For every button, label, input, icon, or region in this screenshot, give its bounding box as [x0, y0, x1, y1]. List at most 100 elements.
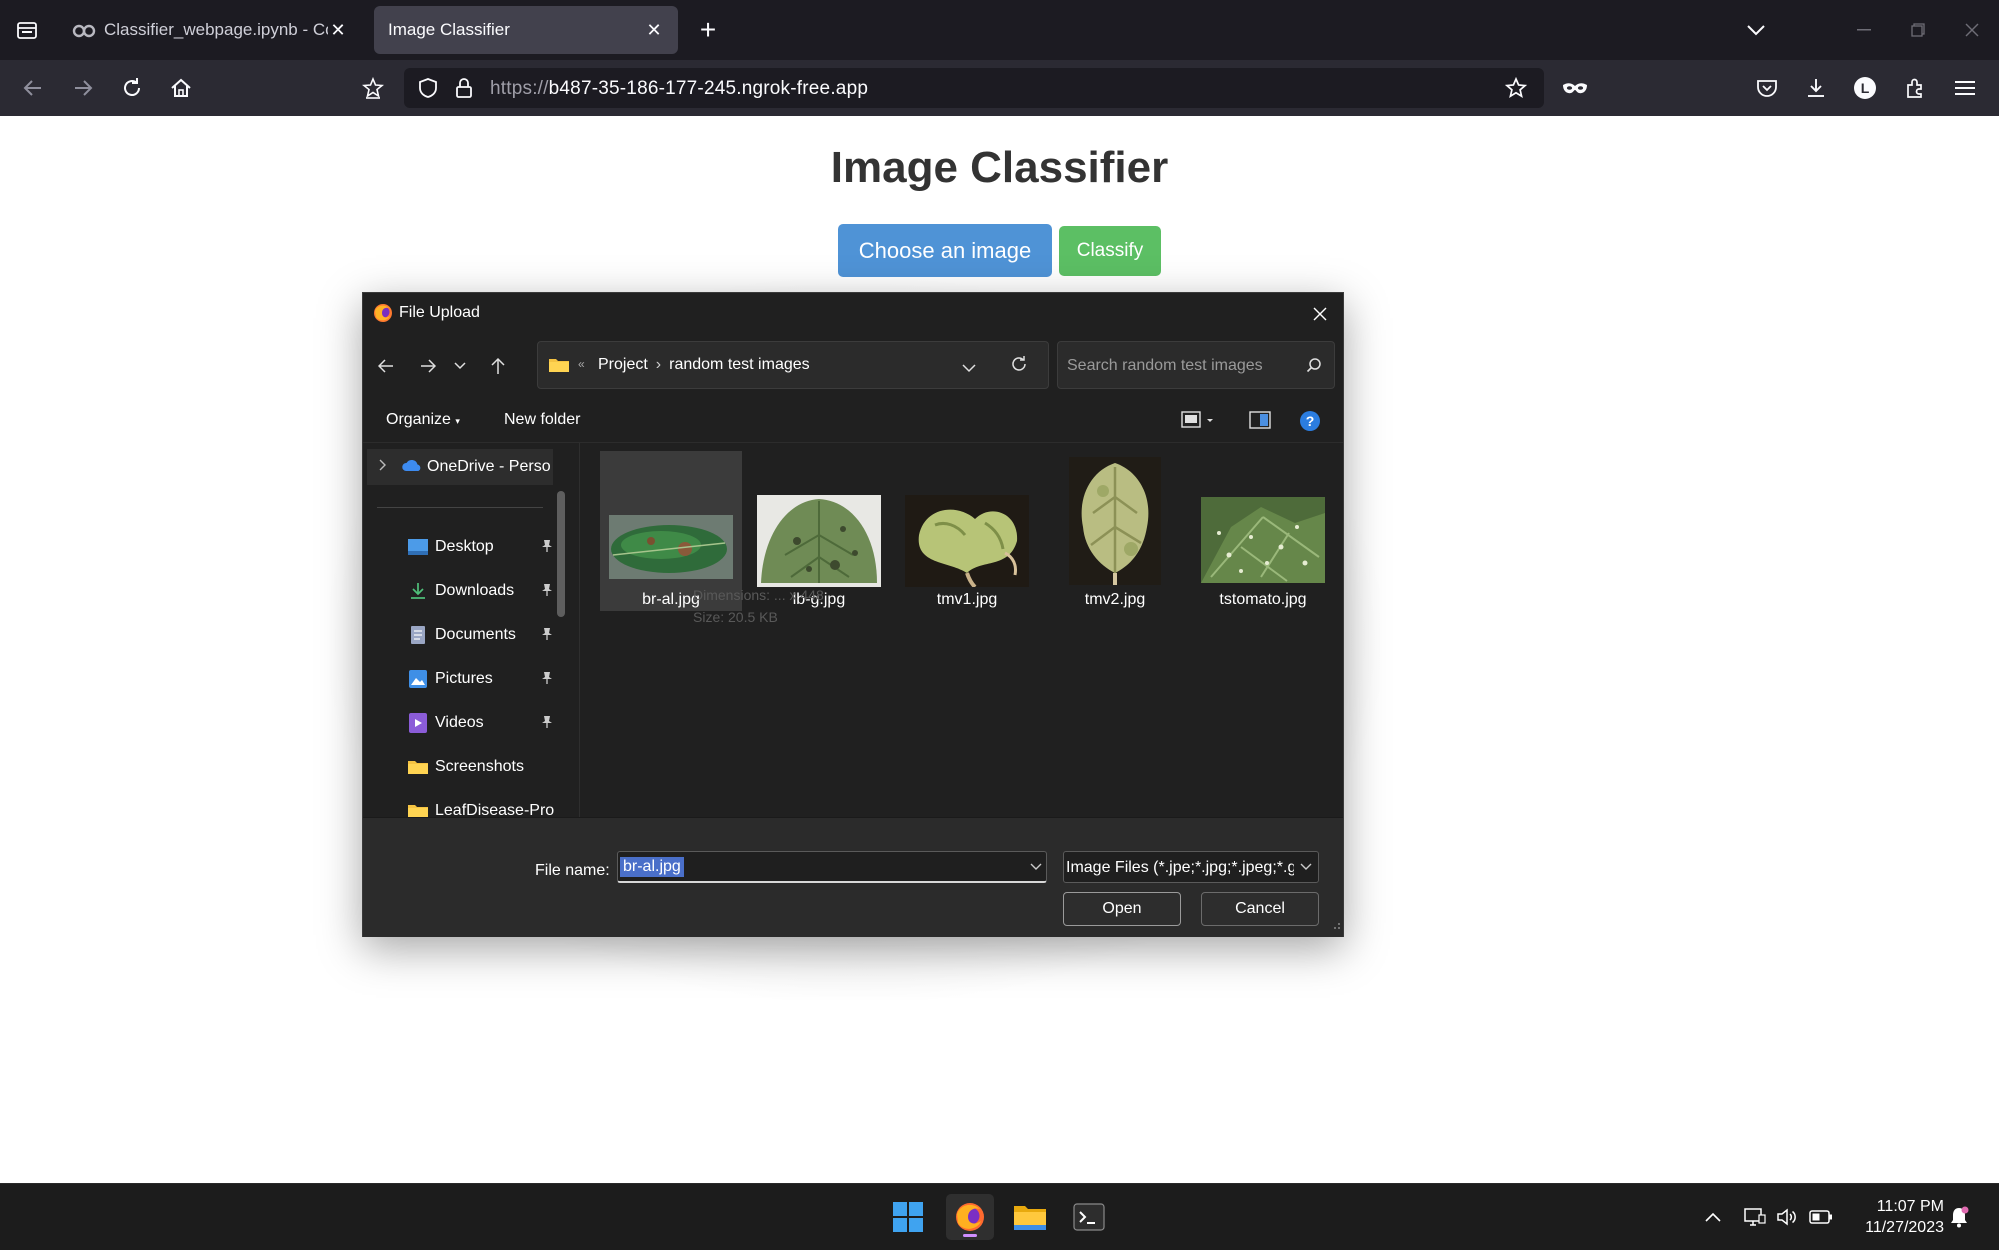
system-clock[interactable]: 11:07 PM 11/27/2023 [1852, 1196, 1944, 1238]
tooltip-line: Size: 20.5 KB [693, 609, 778, 625]
home-icon[interactable] [164, 72, 198, 104]
volume-icon[interactable] [1774, 1204, 1800, 1230]
search-input[interactable]: Search random test images [1057, 341, 1335, 389]
refresh-icon[interactable] [1010, 355, 1028, 378]
view-options-icon[interactable] [1181, 411, 1217, 434]
filetype-value: Image Files (*.jpe;*.jpg;*.jpeg;*.gif;*.… [1066, 859, 1294, 876]
file-item-tstomato[interactable]: tstomato.jpg [1192, 451, 1334, 611]
downloads-icon[interactable] [1799, 72, 1833, 104]
minimize-icon[interactable] [1844, 14, 1884, 46]
close-icon[interactable]: ✕ [328, 20, 348, 41]
sidebar-item-label: Videos [435, 714, 484, 731]
file-thumbnail [1201, 497, 1325, 583]
breadcrumb-random-test-images[interactable]: random test images [669, 356, 810, 373]
list-all-tabs-icon[interactable] [1736, 14, 1776, 46]
taskbar-firefox[interactable] [946, 1194, 994, 1240]
file-name: tmv2.jpg [1084, 591, 1146, 608]
taskbar-terminal[interactable] [1065, 1194, 1113, 1240]
tab-image-classifier[interactable]: Image Classifier ✕ [374, 6, 678, 54]
navigation-pane: OneDrive - Perso Desktop Downloads Docum… [363, 443, 578, 817]
close-icon[interactable]: ✕ [644, 20, 664, 41]
window-close-icon[interactable] [1952, 14, 1992, 46]
import-bookmarks-icon[interactable] [356, 72, 390, 104]
organize-menu[interactable]: Organize ▾ [386, 411, 460, 429]
search-icon[interactable] [1306, 357, 1322, 378]
help-icon[interactable]: ? [1299, 410, 1321, 437]
sidebar-item-pictures[interactable]: Pictures [407, 669, 493, 689]
folder-icon [407, 801, 429, 817]
file-item-tmv1[interactable]: tmv1.jpg [896, 451, 1038, 611]
filetype-select[interactable]: Image Files (*.jpe;*.jpg;*.jpeg;*.gif;*.… [1063, 851, 1319, 883]
onedrive-icon [401, 458, 423, 477]
chevron-down-icon[interactable] [1300, 858, 1312, 876]
extensions-icon[interactable] [1898, 72, 1932, 104]
firefox-view-icon[interactable] [10, 14, 44, 46]
desktop-icon [407, 537, 429, 557]
new-tab-icon[interactable]: + [692, 15, 724, 47]
classify-button[interactable]: Classify [1059, 226, 1161, 276]
breadcrumb[interactable]: « Project › random test images [537, 341, 1049, 389]
folder-icon [407, 757, 429, 777]
open-button[interactable]: Open [1063, 892, 1181, 926]
organize-label: Organize [386, 411, 451, 428]
network-icon[interactable] [1742, 1204, 1768, 1230]
start-button[interactable] [884, 1194, 932, 1240]
pictures-icon [407, 669, 429, 689]
address-bar[interactable]: https://b487-35-186-177-245.ngrok-free.a… [404, 68, 1544, 108]
cancel-button[interactable]: Cancel [1201, 892, 1319, 926]
pin-icon [541, 671, 553, 690]
chevron-right-icon[interactable] [379, 458, 387, 476]
resize-grip-icon[interactable] [1331, 917, 1341, 935]
filename-input[interactable]: br-al.jpg [617, 851, 1047, 883]
chevron-right-icon: › [655, 356, 662, 373]
terminal-icon [1073, 1203, 1105, 1231]
filename-value: br-al.jpg [620, 857, 684, 877]
taskbar-file-explorer[interactable] [1006, 1194, 1054, 1240]
recent-locations-icon[interactable] [445, 351, 475, 381]
pocket-icon[interactable] [1750, 72, 1784, 104]
close-icon[interactable] [1307, 301, 1333, 327]
forward-icon[interactable] [66, 72, 100, 104]
new-folder-button[interactable]: New folder [504, 411, 580, 429]
tab-colab[interactable]: Classifier_webpage.ipynb - Cola ✕ [58, 6, 362, 54]
dialog-title: File Upload [399, 304, 480, 321]
chevron-down-icon[interactable] [1030, 858, 1042, 876]
bookmark-star-icon[interactable] [1502, 74, 1530, 102]
back-icon[interactable] [371, 351, 401, 381]
sidebar-item-videos[interactable]: Videos [407, 713, 484, 733]
sidebar-item-downloads[interactable]: Downloads [407, 581, 514, 601]
sidebar-item-onedrive[interactable]: OneDrive - Perso [367, 449, 553, 485]
breadcrumb-overflow[interactable]: « [578, 357, 585, 371]
firefox-icon [373, 303, 393, 328]
document-icon [407, 625, 429, 645]
sidebar-item-label: Documents [435, 626, 516, 643]
notifications-bell-icon[interactable] [1946, 1204, 1972, 1230]
dialog-title-bar[interactable]: File Upload [363, 293, 1343, 333]
sidebar-item-leafdisease[interactable]: LeafDisease-Pro [407, 801, 554, 817]
reload-icon[interactable] [115, 72, 149, 104]
preview-pane-icon[interactable] [1249, 411, 1271, 434]
sidebar-item-label: OneDrive - Perso [427, 458, 551, 475]
back-icon[interactable] [16, 72, 50, 104]
breadcrumb-project[interactable]: Project [598, 356, 648, 373]
lock-icon[interactable] [450, 74, 478, 102]
file-item-tmv2[interactable]: tmv2.jpg [1044, 451, 1186, 611]
show-hidden-icons-icon[interactable] [1700, 1204, 1726, 1230]
menu-icon[interactable] [1948, 72, 1982, 104]
sidebar-item-desktop[interactable]: Desktop [407, 537, 494, 557]
choose-image-button[interactable]: Choose an image [838, 224, 1052, 277]
windows-icon [893, 1202, 923, 1232]
sidebar-scrollbar[interactable] [557, 491, 565, 617]
restore-icon[interactable] [1898, 14, 1938, 46]
url-host: b487-35-186-177-245.ngrok-free.app [548, 78, 869, 99]
tab-title: Classifier_webpage.ipynb - Cola [104, 20, 328, 39]
sidebar-item-documents[interactable]: Documents [407, 625, 516, 645]
tracking-protection-icon[interactable] [414, 74, 442, 102]
battery-icon[interactable] [1808, 1204, 1834, 1230]
forward-icon[interactable] [413, 351, 443, 381]
up-folder-icon[interactable] [483, 351, 513, 381]
sidebar-item-screenshots[interactable]: Screenshots [407, 757, 524, 777]
breadcrumb-path: Project › random test images [598, 356, 810, 374]
account-avatar[interactable]: L [1848, 72, 1882, 104]
chevron-down-icon[interactable] [962, 360, 976, 378]
